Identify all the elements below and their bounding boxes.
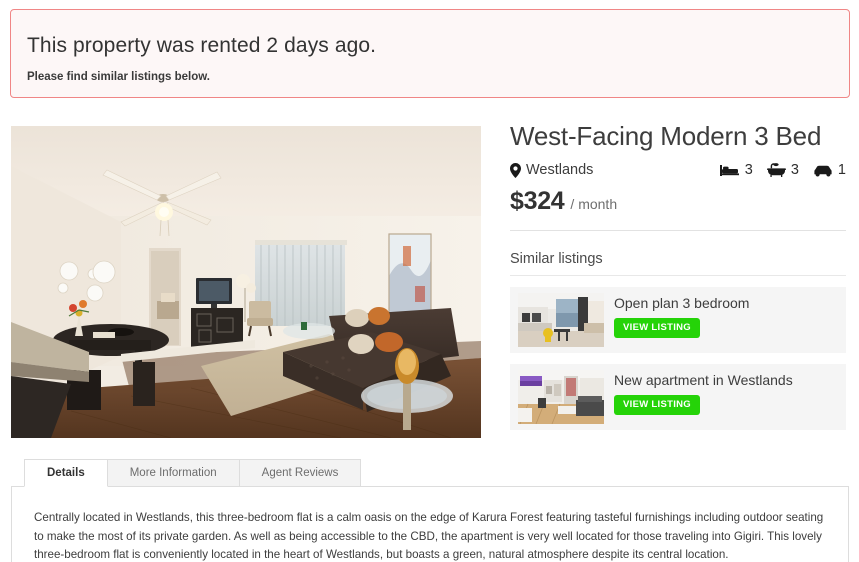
feature-bathrooms: 3 (767, 162, 799, 178)
main-property-image[interactable] (11, 126, 481, 438)
property-detail-panel: West-Facing Modern 3 Bed Westlands (510, 120, 846, 430)
similar-divider (510, 275, 846, 276)
detail-divider (510, 230, 846, 231)
page-title: West-Facing Modern 3 Bed (510, 120, 846, 152)
alert-title: This property was rented 2 days ago. (27, 32, 833, 60)
property-description: Centrally located in Westlands, this thr… (34, 509, 830, 562)
tab-agent-reviews[interactable]: Agent Reviews (240, 459, 362, 487)
tab-details[interactable]: Details (24, 459, 108, 487)
alert-subtitle: Please find similar listings below. (27, 71, 833, 83)
listing-body: New apartment in Westlands VIEW LISTING (614, 370, 793, 415)
bed-icon (720, 164, 740, 177)
bath-icon (767, 163, 786, 177)
view-listing-button[interactable]: VIEW LISTING (614, 318, 700, 338)
listing-body: Open plan 3 bedroom VIEW LISTING (614, 293, 749, 338)
rented-alert: This property was rented 2 days ago. Ple… (10, 9, 850, 98)
car-icon (813, 164, 833, 177)
property-meta-row: Westlands 3 (510, 162, 846, 178)
listing-thumbnail[interactable] (518, 293, 604, 347)
bathrooms-count: 3 (791, 162, 799, 178)
tab-bar: Details More Information Agent Reviews (11, 459, 849, 487)
tab-more-information[interactable]: More Information (108, 459, 240, 487)
map-pin-icon (510, 163, 521, 178)
living-room-photo (11, 126, 481, 438)
similar-listings-heading: Similar listings (510, 251, 846, 267)
listing-title: New apartment in Westlands (614, 372, 793, 388)
location-label: Westlands (526, 162, 593, 178)
feature-bedrooms: 3 (720, 162, 753, 178)
parking-count: 1 (838, 162, 846, 178)
listing-title: Open plan 3 bedroom (614, 295, 749, 311)
wall-art (389, 234, 431, 322)
property-location: Westlands (510, 162, 593, 178)
tabs-section: Details More Information Agent Reviews C… (11, 459, 849, 562)
view-listing-button[interactable]: VIEW LISTING (614, 395, 700, 415)
property-listing-page: This property was rented 2 days ago. Ple… (0, 0, 859, 562)
details-panel: Centrally located in Westlands, this thr… (11, 487, 849, 562)
property-features: 3 3 (720, 162, 846, 178)
list-item[interactable]: New apartment in Westlands VIEW LISTING (510, 364, 846, 430)
feature-parking: 1 (813, 162, 846, 178)
price-period: / month (570, 196, 617, 212)
list-item[interactable]: Open plan 3 bedroom VIEW LISTING (510, 287, 846, 353)
price-amount: $324 (510, 187, 564, 216)
listing-thumbnail[interactable] (518, 370, 604, 424)
bedrooms-count: 3 (745, 162, 753, 178)
price-row: $324 / month (510, 187, 846, 216)
open-plan-kitchen-photo (518, 293, 604, 347)
new-apartment-photo (518, 370, 604, 424)
